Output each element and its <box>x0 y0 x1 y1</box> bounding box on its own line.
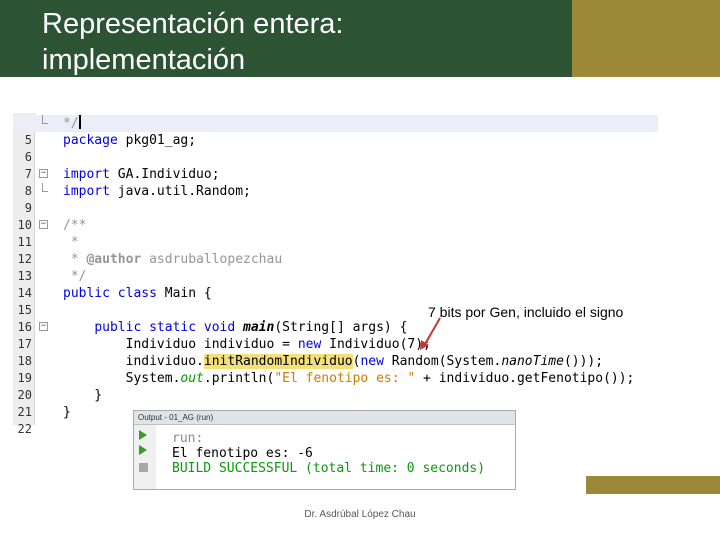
rerun-icon[interactable] <box>139 430 147 440</box>
code-line[interactable]: 21 } <box>13 387 658 419</box>
code-line[interactable]: 17 − public static void main(String[] ar… <box>13 319 658 351</box>
code-token: * <box>63 235 79 250</box>
line-number: 22 <box>17 422 32 436</box>
code-token: Individuo(7); <box>321 337 431 352</box>
code-token: main <box>243 320 275 335</box>
fold-collapse-icon[interactable]: − <box>39 322 48 331</box>
fold-end-icon <box>42 183 48 192</box>
code-token: new <box>297 337 322 352</box>
slide-title-line-1: Representación entera: <box>42 8 344 40</box>
annotation-label: 7 bits por Gen, incluido el signo <box>428 304 624 320</box>
code-token: "El fenotipo es: " <box>274 371 416 386</box>
code-token: @author <box>86 252 142 267</box>
code-line[interactable]: 9 import java.util.Random; <box>13 183 658 215</box>
code-token: + individuo.getFenotipo()); <box>415 371 635 386</box>
settings-icon[interactable] <box>139 463 148 472</box>
highlighted-method[interactable]: initRandomIndividuo <box>203 354 353 369</box>
title-accent-bar <box>572 0 720 77</box>
output-line: El fenotipo es: -6 <box>172 446 313 461</box>
code-token: asdruballopezchau <box>141 252 283 267</box>
code-line[interactable]: 12 * <box>13 234 658 266</box>
text-cursor <box>78 115 81 129</box>
slide-title: Representación entera: implementación <box>42 6 343 78</box>
code-token: Random(System. <box>383 354 502 369</box>
slide-title-line-2: implementación <box>42 44 246 76</box>
code-line[interactable]: 8 − import GA.Individuo; <box>13 166 658 198</box>
code-token: public class <box>63 286 157 301</box>
code-line[interactable]: 10 <box>13 200 658 232</box>
output-tab-title[interactable]: Output - 01_AG (run) <box>134 411 515 425</box>
code-line[interactable]: 7 <box>13 149 658 181</box>
fold-collapse-icon[interactable]: − <box>39 169 48 178</box>
code-token: Main { <box>156 286 212 301</box>
code-token: (String[] args) { <box>274 320 408 335</box>
code-editor[interactable]: 5 */ 6 package pkg01_ag; 7 8 − import GA… <box>13 113 658 436</box>
fold-end-icon <box>42 115 48 124</box>
code-line[interactable]: 15 public class Main { <box>13 285 658 317</box>
code-line[interactable]: 19 individuo.initRandomIndividuo(new Ran… <box>13 353 658 385</box>
output-line: BUILD SUCCESSFUL (total time: 0 seconds) <box>172 461 486 476</box>
code-token: java.util.Random; <box>109 184 251 199</box>
output-panel[interactable]: Output - 01_AG (run) run: El fenotipo es… <box>133 410 516 490</box>
code-token: */ <box>63 116 79 131</box>
code-token: } <box>63 405 71 420</box>
bottom-accent-bar <box>586 476 720 494</box>
code-token: out <box>180 371 204 386</box>
code-token: GA.Individuo; <box>109 167 220 182</box>
code-token: pkg01_ag; <box>117 133 197 148</box>
code-token: * <box>63 252 87 267</box>
code-token: nanoTime <box>501 354 564 369</box>
code-token: */ <box>63 269 87 284</box>
code-line[interactable]: 18 Individuo individuo = new Individuo(7… <box>13 336 658 368</box>
code-line[interactable]: 20 System.out.println("El fenotipo es: "… <box>13 370 658 402</box>
code-token: .println( <box>203 371 275 386</box>
code-token: System. <box>63 371 181 386</box>
code-token: ())); <box>563 354 604 369</box>
code-token: individuo. <box>63 354 204 369</box>
code-line[interactable]: 6 package pkg01_ag; <box>13 132 658 164</box>
rerun-with-options-icon[interactable] <box>139 445 147 455</box>
code-line[interactable]: 13 * @author asdruballopezchau <box>13 251 658 283</box>
code-token: /** <box>63 218 87 233</box>
code-token: public static void <box>94 320 236 335</box>
code-token: new <box>360 354 384 369</box>
code-token: package <box>63 133 118 148</box>
code-line[interactable]: 11 − /** <box>13 217 658 249</box>
code-token: import <box>63 167 110 182</box>
output-toolbar <box>134 425 156 489</box>
code-line[interactable]: 5 */ <box>13 115 658 147</box>
code-token: } <box>63 388 103 403</box>
fold-collapse-icon[interactable]: − <box>39 220 48 229</box>
code-token: Individuo individuo = <box>63 337 298 352</box>
code-token: import <box>63 184 110 199</box>
output-line: run: <box>172 431 204 446</box>
code-line[interactable]: 14 */ <box>13 268 658 300</box>
annotation-arrow-icon <box>420 317 441 350</box>
slide-footer: Dr. Asdrúbal López Chau <box>304 509 416 520</box>
